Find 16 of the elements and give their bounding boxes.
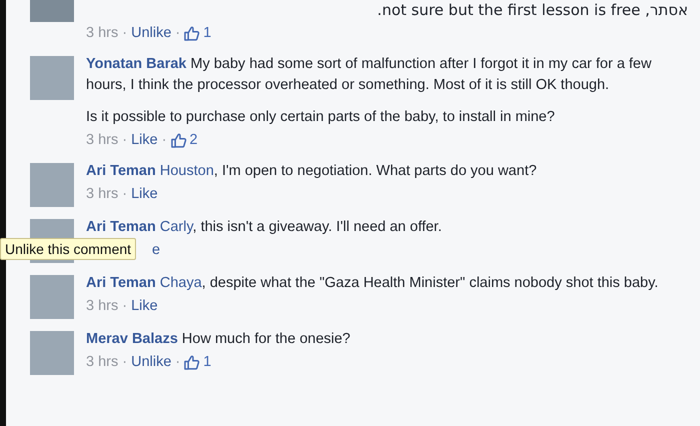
separator-dot: ·	[122, 24, 128, 43]
tooltip: Unlike this comment	[0, 238, 136, 260]
separator-dot: ·	[122, 353, 128, 372]
separator-dot: ·	[162, 131, 167, 150]
separator-dot: ·	[175, 353, 180, 372]
comment-text: Is it possible to purchase only certain parts of the baby, to install in mine?	[86, 108, 556, 127]
comment-text: Ari Teman Chaya, despite what the "Gaza Health Minister" claims nobody shot this baby.	[86, 274, 660, 293]
comment-text: Yonatan Barak My baby had some sort of malfunction after I forgot it in my car for a few hours, I think the processor overheated or something. Most of it is still OK though.	[86, 55, 652, 95]
separator-dot: ·	[122, 297, 128, 316]
comment-text: Merav Balazs How much for the onesie?	[86, 330, 352, 349]
comment-text: Ari Teman Carly, this isn't a giveaway. I'll need an offer.	[86, 218, 443, 237]
separator-dot: ·	[175, 24, 180, 43]
separator-dot: ·	[122, 185, 128, 204]
comment-text: Ari Teman Houston, I'm open to negotiation. What parts do you want?	[86, 162, 538, 181]
comment-text: אסתר, not sure but the first lesson is free.	[376, 0, 688, 21]
separator-dot: ·	[122, 131, 128, 150]
